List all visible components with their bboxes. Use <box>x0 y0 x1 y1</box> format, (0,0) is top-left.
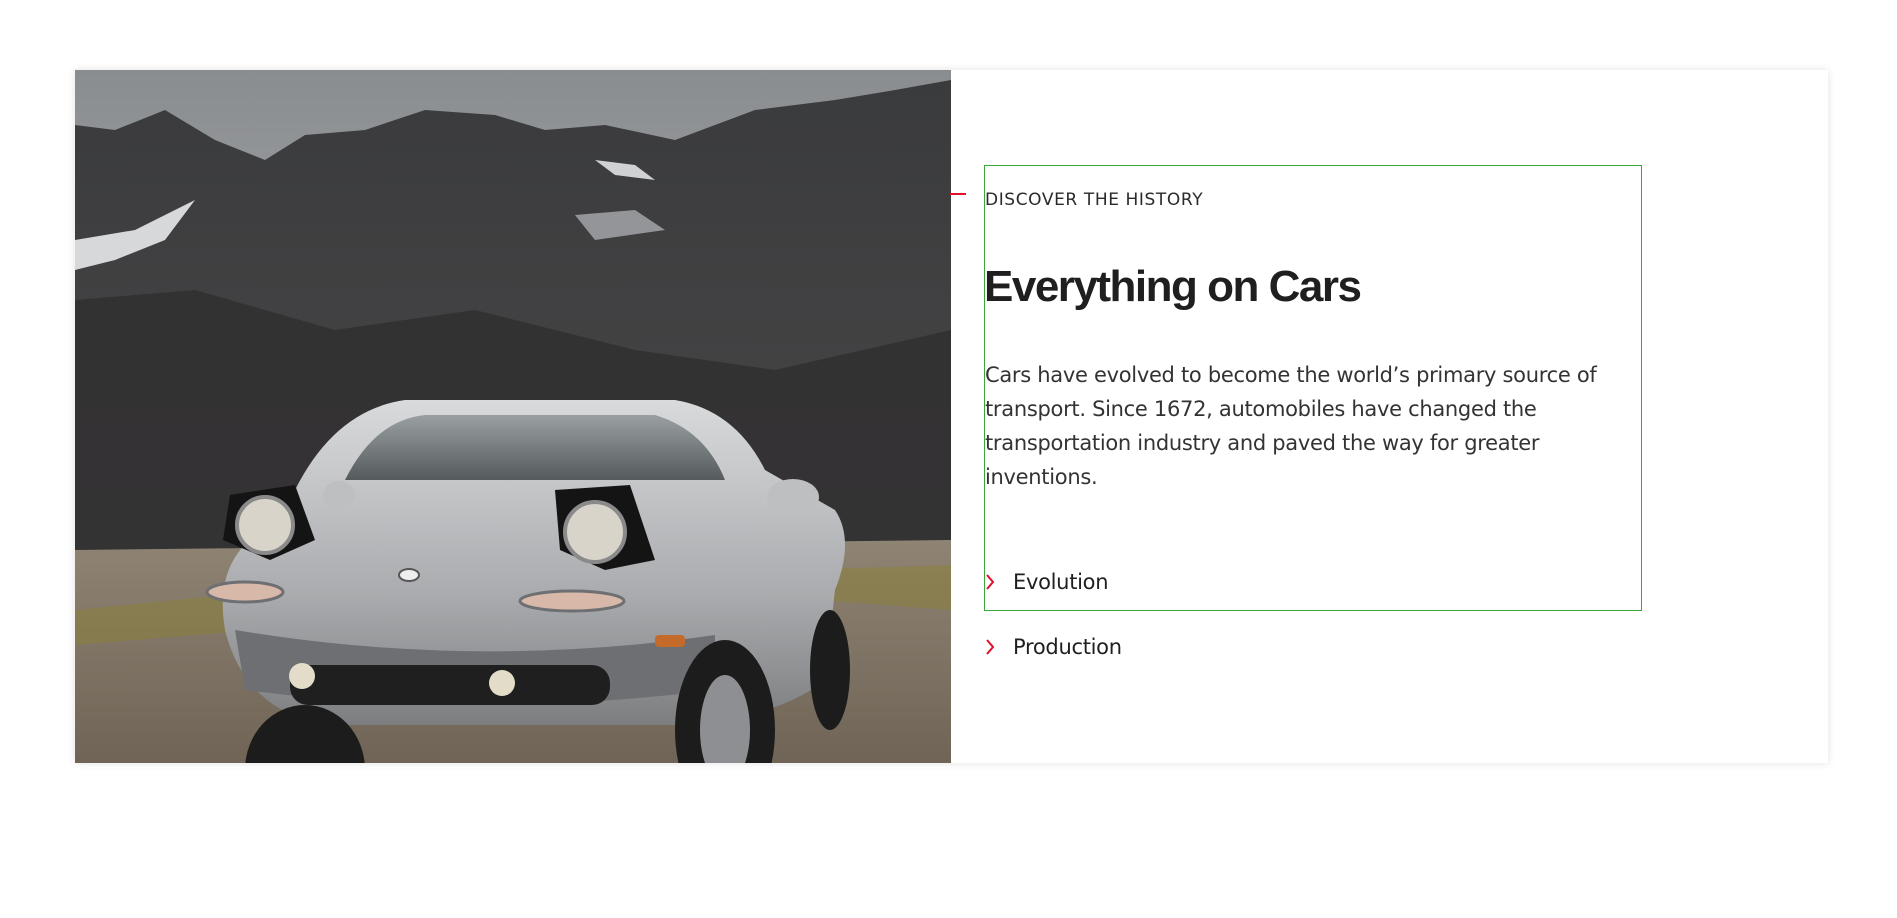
link-production-label: Production <box>1013 635 1122 659</box>
link-production[interactable]: Production <box>985 632 1122 662</box>
section-title: Everything on Cars <box>984 262 1362 311</box>
chevron-right-icon <box>985 572 999 592</box>
link-evolution-label: Evolution <box>1013 570 1109 594</box>
chevron-right-icon <box>985 637 999 657</box>
eyebrow-dash-icon <box>950 193 966 195</box>
section-description: Cars have evolved to become the world’s … <box>985 363 1597 489</box>
car-mountain-photo <box>75 70 951 763</box>
section-eyebrow: DISCOVER THE HISTORY <box>985 190 1204 210</box>
link-evolution[interactable]: Evolution <box>985 567 1109 597</box>
